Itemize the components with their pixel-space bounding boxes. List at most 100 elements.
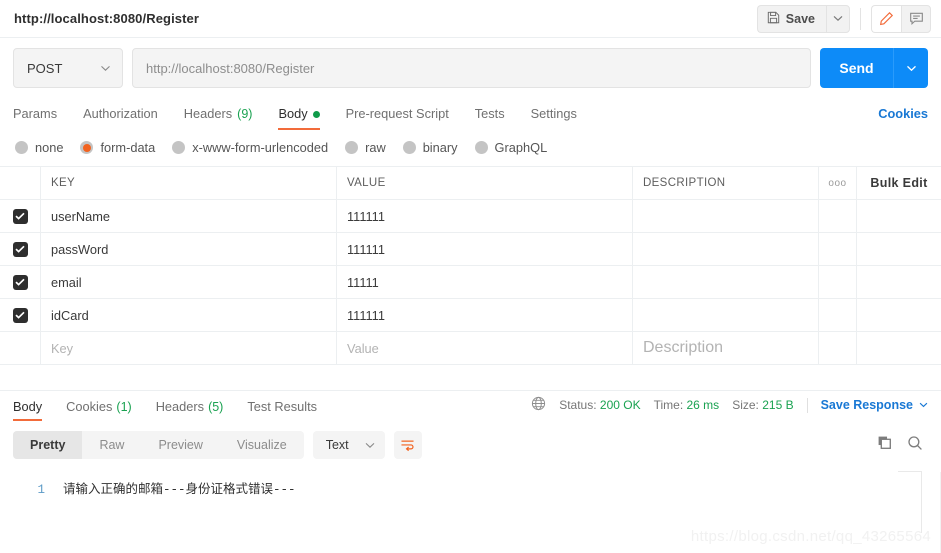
body-type-label: none <box>35 140 64 155</box>
row-checkbox[interactable] <box>12 241 28 257</box>
tab-settings[interactable]: Settings <box>518 106 590 130</box>
segment-raw[interactable]: Raw <box>82 431 141 459</box>
save-dropdown-button[interactable] <box>826 4 850 33</box>
tab-count-badge: (1) <box>116 400 132 415</box>
row-checkbox[interactable] <box>12 274 28 290</box>
row-description[interactable] <box>633 299 819 331</box>
check-icon <box>15 278 25 286</box>
row-options[interactable] <box>819 299 857 331</box>
placeholder-value-input[interactable]: Value <box>337 332 633 364</box>
row-key[interactable]: email <box>41 266 337 298</box>
header-value: VALUE <box>337 167 633 199</box>
tab-label: Body <box>13 399 43 415</box>
row-key[interactable]: userName <box>41 200 337 232</box>
comment-icon <box>909 12 923 26</box>
placeholder-description-input[interactable]: Description <box>633 332 819 364</box>
table-placeholder-row: Key Value Description <box>0 332 941 365</box>
response-language-value: Text <box>325 438 349 452</box>
body-type-none[interactable]: none <box>15 140 63 155</box>
row-value[interactable]: 11111 <box>337 266 633 298</box>
row-description[interactable] <box>633 200 819 232</box>
send-button-group: Send <box>820 48 928 88</box>
row-checkbox-cell <box>0 266 41 298</box>
body-present-dot-icon <box>312 111 320 119</box>
size-group: Size: 215 B <box>732 398 793 412</box>
body-type-label: GraphQL <box>494 140 548 155</box>
response-language-select[interactable]: Text <box>312 431 385 459</box>
time-value: 26 ms <box>686 398 720 412</box>
segment-preview[interactable]: Preview <box>141 431 219 459</box>
body-type-graphql[interactable]: GraphQL <box>474 140 548 155</box>
url-input[interactable]: http://localhost:8080/Register <box>132 48 811 88</box>
word-wrap-button[interactable] <box>393 431 422 459</box>
response-splitter[interactable] <box>0 365 941 391</box>
tab-label: Settings <box>530 106 577 122</box>
table-options-button[interactable]: ooo <box>819 167 857 199</box>
cookies-link[interactable]: Cookies <box>878 106 928 130</box>
search-icon[interactable] <box>907 435 923 456</box>
tab-body[interactable]: Body <box>265 106 332 130</box>
response-body-viewer[interactable]: 1 请输入正确的邮箱---身份证格式错误--- <box>0 469 941 533</box>
row-options[interactable] <box>819 200 857 232</box>
send-dropdown-button[interactable] <box>894 48 928 88</box>
send-button[interactable]: Send <box>820 48 894 88</box>
body-type-x-www-form-urlencoded[interactable]: x-www-form-urlencoded <box>172 140 328 155</box>
row-options[interactable] <box>819 266 857 298</box>
table-row: passWord 111111 <box>0 233 941 266</box>
url-input-value: http://localhost:8080/Register <box>146 60 315 76</box>
row-description[interactable] <box>633 266 819 298</box>
save-button-label: Save <box>785 11 815 26</box>
body-type-raw[interactable]: raw <box>345 140 386 155</box>
tab-label: Body <box>278 106 308 122</box>
row-options[interactable] <box>819 233 857 265</box>
row-bulk-spacer <box>857 266 941 298</box>
placeholder-checkbox-cell <box>0 332 41 364</box>
tab-headers[interactable]: Headers (9) <box>171 107 266 130</box>
radio-icon <box>474 141 488 154</box>
edit-request-button[interactable] <box>871 4 901 33</box>
row-value[interactable]: 111111 <box>337 299 633 331</box>
body-type-label: raw <box>365 140 386 155</box>
body-type-form-data[interactable]: form-data <box>80 140 155 155</box>
tab-authorization[interactable]: Authorization <box>70 107 171 130</box>
copy-icon[interactable] <box>877 435 892 455</box>
body-type-binary[interactable]: binary <box>402 140 458 155</box>
response-tab-headers[interactable]: Headers (5) <box>144 400 236 421</box>
response-tab-test-results[interactable]: Test Results <box>235 400 329 421</box>
comments-button[interactable] <box>901 4 931 33</box>
body-type-label: form-data <box>100 140 156 155</box>
row-description[interactable] <box>633 233 819 265</box>
row-value[interactable]: 111111 <box>337 200 633 232</box>
postman-request-window: http://localhost:8080/Register Save POST… <box>0 0 941 553</box>
response-tab-cookies[interactable]: Cookies (1) <box>54 400 144 421</box>
time-group: Time: 26 ms <box>654 398 720 412</box>
row-bulk-spacer <box>857 200 941 232</box>
response-meta: Status: 200 OK Time: 26 ms Size: 215 B S… <box>531 396 928 421</box>
bulk-edit-button[interactable]: Bulk Edit <box>857 167 941 199</box>
row-value[interactable]: 111111 <box>337 233 633 265</box>
segment-pretty[interactable]: Pretty <box>13 431 83 459</box>
response-tab-body[interactable]: Body <box>13 399 54 421</box>
check-icon <box>15 212 25 220</box>
body-type-label: binary <box>422 140 458 155</box>
tab-tests[interactable]: Tests <box>462 107 518 130</box>
row-key[interactable]: passWord <box>41 233 337 265</box>
size-label: Size: <box>732 398 759 412</box>
response-vertical-scrollbar[interactable] <box>921 471 922 533</box>
scrollbar-cap <box>898 471 922 472</box>
placeholder-key-input[interactable]: Key <box>41 332 337 364</box>
chevron-down-icon <box>833 15 843 22</box>
row-checkbox[interactable] <box>12 307 28 323</box>
save-response-button[interactable]: Save Response <box>821 398 928 412</box>
http-method-select[interactable]: POST <box>13 48 123 88</box>
header-checkbox-cell <box>0 167 41 199</box>
row-key[interactable]: idCard <box>41 299 337 331</box>
row-checkbox[interactable] <box>12 208 28 224</box>
tab-pre-request-script[interactable]: Pre-request Script <box>333 107 462 130</box>
request-tabs: Params Authorization Headers (9) Body Pr… <box>0 97 941 130</box>
segment-visualize[interactable]: Visualize <box>220 431 304 459</box>
tab-params[interactable]: Params <box>13 107 70 130</box>
response-format-bar: Pretty Raw Preview Visualize Text <box>0 421 941 469</box>
response-code-line: 1 请输入正确的邮箱---身份证格式错误--- <box>13 478 928 497</box>
save-button[interactable]: Save <box>756 4 826 33</box>
